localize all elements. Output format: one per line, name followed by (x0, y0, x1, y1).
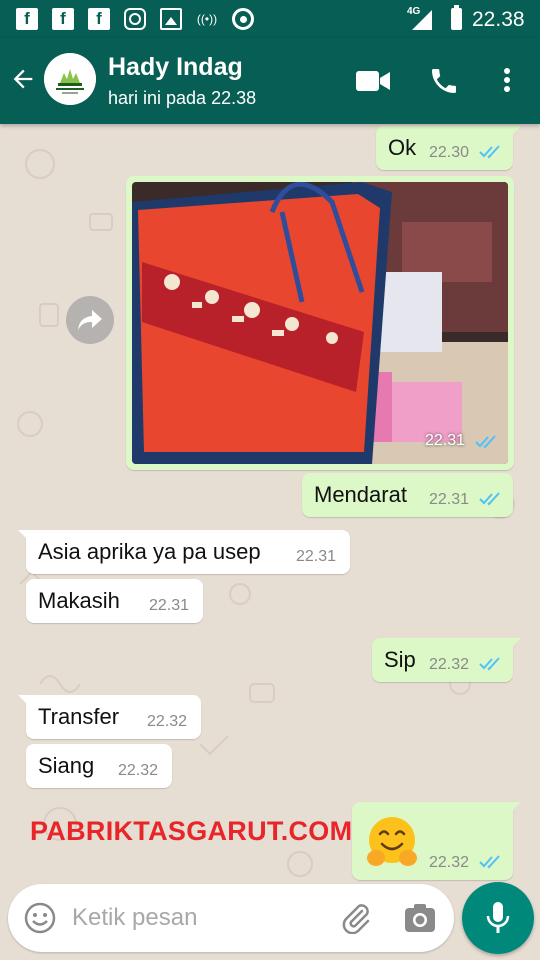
outgoing-image-message[interactable]: 22.31 (126, 176, 514, 470)
back-arrow-icon[interactable] (8, 64, 38, 94)
read-ticks-icon (479, 855, 500, 869)
emoji-picker-icon[interactable] (24, 902, 56, 934)
message-composer (8, 884, 454, 952)
conversation[interactable]: Ok 22.30 22.31 Mendarat 22.31 Asia aprik… (0, 124, 540, 960)
message-time: 22.31 (296, 548, 337, 565)
attachment-paperclip-icon[interactable] (340, 902, 372, 934)
website-watermark: PABRIKTASGARUT.COM (30, 816, 353, 846)
overflow-menu-icon[interactable] (496, 65, 518, 95)
message-time: 22.31 (149, 597, 190, 614)
read-ticks-icon (479, 145, 500, 159)
instagram-notification-icon (124, 8, 146, 30)
gallery-notification-icon (160, 8, 182, 30)
message-time: 22.30 (429, 144, 470, 161)
message-text: Transfer (38, 704, 120, 729)
incoming-message[interactable]: Siang 22.32 (26, 744, 172, 788)
facebook-notification-icon: f (16, 8, 38, 30)
contact-name[interactable]: Hady Indag (108, 53, 243, 82)
read-ticks-icon (479, 492, 500, 506)
message-time: 22.31 (425, 432, 466, 449)
message-text: Mendarat (314, 482, 407, 507)
message-time: 22.31 (429, 491, 470, 508)
voice-call-icon[interactable] (428, 65, 460, 97)
microphone-icon (486, 902, 510, 933)
clock: 22.38 (472, 8, 525, 31)
message-text: Asia aprika ya pa usep (38, 539, 261, 564)
read-ticks-icon (475, 435, 496, 449)
facebook-notification-icon: f (52, 8, 74, 30)
message-text: Ok (388, 135, 417, 160)
incoming-message[interactable]: Transfer 22.32 (18, 695, 201, 739)
forward-arrow-icon (78, 310, 102, 330)
contact-avatar[interactable] (44, 53, 96, 105)
message-text: Siang (38, 753, 95, 778)
video-call-icon[interactable] (355, 67, 391, 95)
message-text: Makasih (38, 588, 120, 613)
forward-button[interactable] (66, 296, 114, 344)
outgoing-message[interactable]: Sip 22.32 (372, 638, 521, 682)
message-time: 22.32 (118, 762, 159, 779)
message-time: 22.32 (429, 656, 470, 673)
incoming-message[interactable]: Asia aprika ya pa usep 22.31 (18, 530, 350, 574)
read-ticks-icon (479, 657, 500, 671)
voice-record-button[interactable] (462, 882, 534, 954)
camera-icon[interactable] (404, 903, 436, 933)
message-input[interactable] (72, 900, 322, 936)
last-seen-status: hari ini pada 22.38 (108, 88, 257, 108)
battery-icon (451, 5, 462, 30)
message-time: 22.32 (429, 854, 470, 871)
message-text: Sip (384, 647, 416, 672)
signal-icon (412, 10, 432, 30)
outgoing-message[interactable]: Ok 22.30 (376, 126, 521, 170)
chrome-notification-icon (232, 8, 254, 30)
chat-header: Hady Indag hari ini pada 22.38 (0, 38, 540, 124)
outgoing-message[interactable]: Mendarat 22.31 (302, 473, 513, 517)
message-time: 22.32 (147, 713, 188, 730)
status-bar: f f f ((•)) 4G 22.38 (0, 0, 540, 38)
incoming-message[interactable]: Makasih 22.31 (26, 579, 203, 623)
hugging-face-emoji-icon (367, 817, 417, 866)
facebook-notification-icon: f (88, 8, 110, 30)
bag-photo[interactable] (132, 182, 508, 464)
hotspot-icon: ((•)) (196, 12, 218, 26)
